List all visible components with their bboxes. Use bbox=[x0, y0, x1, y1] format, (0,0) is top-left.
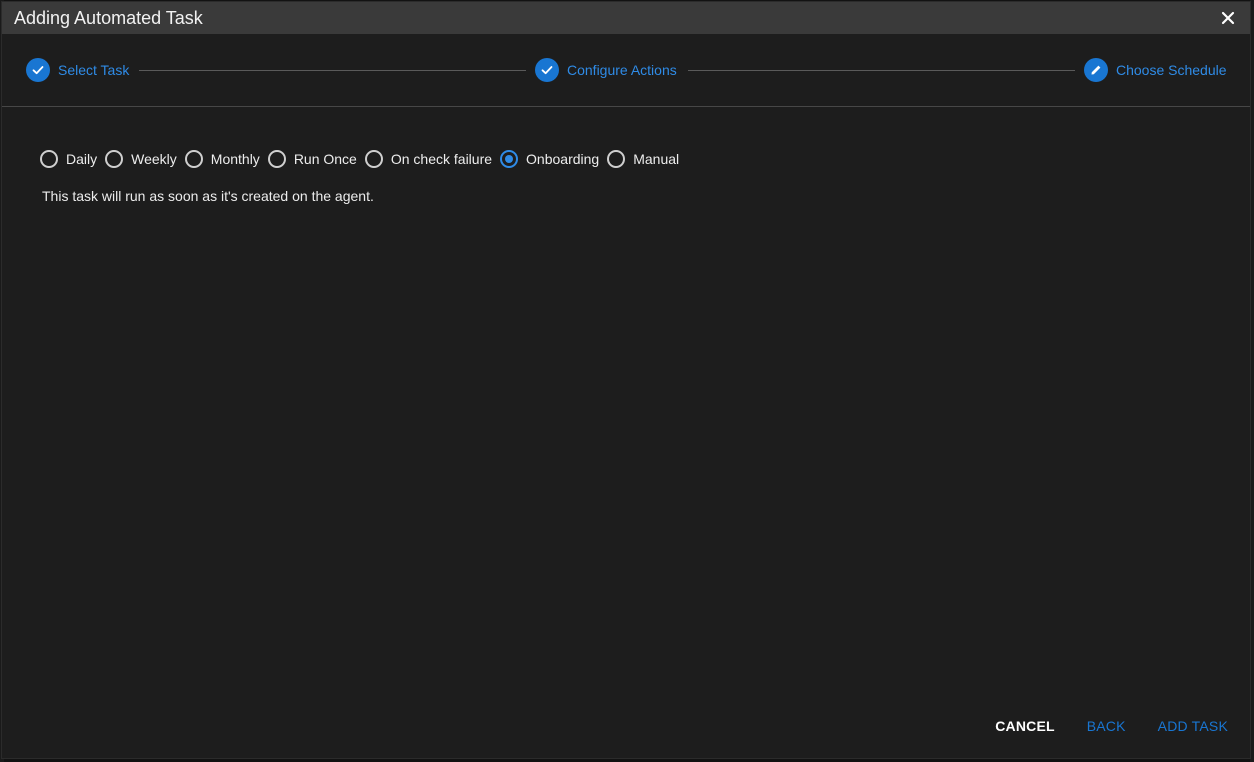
step-connector bbox=[139, 70, 526, 71]
check-icon bbox=[26, 58, 50, 82]
add-task-button[interactable]: ADD TASK bbox=[1150, 712, 1236, 740]
radio-label: Monthly bbox=[210, 151, 260, 167]
radio-dot bbox=[505, 155, 514, 163]
radio-weekly[interactable]: Weekly bbox=[105, 150, 177, 168]
radio-onboarding[interactable]: Onboarding bbox=[500, 150, 599, 168]
dialog-actions: CANCEL BACK ADD TASK bbox=[971, 712, 1236, 740]
add-task-dialog: Adding Automated Task Select Task Config… bbox=[2, 2, 1250, 758]
stepper: Select Task Configure Actions Choose Sch… bbox=[2, 34, 1250, 106]
check-icon bbox=[535, 58, 559, 82]
dialog-title: Adding Automated Task bbox=[14, 8, 203, 28]
step-choose-schedule[interactable]: Choose Schedule bbox=[1084, 58, 1227, 82]
step-connector bbox=[688, 70, 1075, 71]
radio-circle[interactable] bbox=[40, 150, 58, 168]
divider bbox=[2, 106, 1250, 107]
radio-label: Weekly bbox=[131, 151, 177, 167]
radio-label: Manual bbox=[633, 151, 680, 167]
pencil-icon bbox=[1084, 58, 1108, 82]
step-configure-actions[interactable]: Configure Actions bbox=[535, 58, 677, 82]
step-label: Choose Schedule bbox=[1116, 62, 1227, 78]
radio-label: Run Once bbox=[293, 151, 357, 167]
cancel-button[interactable]: CANCEL bbox=[987, 712, 1063, 740]
radio-circle[interactable] bbox=[364, 150, 383, 168]
radio-label: On check failure bbox=[390, 151, 493, 167]
dialog-titlebar: Adding Automated Task bbox=[2, 2, 1250, 34]
radio-manual[interactable]: Manual bbox=[607, 150, 679, 168]
step-label: Select Task bbox=[58, 62, 130, 78]
radio-circle[interactable] bbox=[105, 150, 124, 168]
step-label: Configure Actions bbox=[567, 62, 677, 78]
radio-label: Daily bbox=[66, 151, 98, 167]
schedule-radio-group: Daily Weekly Monthly Run Once On check f… bbox=[40, 147, 687, 171]
background-right-edge bbox=[1250, 0, 1254, 762]
step-select-task[interactable]: Select Task bbox=[26, 58, 129, 82]
schedule-description: This task will run as soon as it's creat… bbox=[42, 188, 374, 204]
back-button[interactable]: BACK bbox=[1079, 712, 1134, 740]
radio-on-check-failure[interactable]: On check failure bbox=[364, 150, 493, 168]
radio-circle-selected[interactable] bbox=[500, 150, 519, 168]
radio-circle[interactable] bbox=[184, 150, 203, 168]
radio-run-once[interactable]: Run Once bbox=[267, 150, 357, 168]
close-button[interactable] bbox=[1218, 8, 1238, 28]
radio-monthly[interactable]: Monthly bbox=[184, 150, 260, 168]
radio-daily[interactable]: Daily bbox=[40, 150, 97, 168]
radio-circle[interactable] bbox=[267, 150, 286, 168]
close-icon bbox=[1221, 11, 1235, 25]
radio-label: Onboarding bbox=[526, 151, 600, 167]
radio-circle[interactable] bbox=[607, 150, 626, 168]
